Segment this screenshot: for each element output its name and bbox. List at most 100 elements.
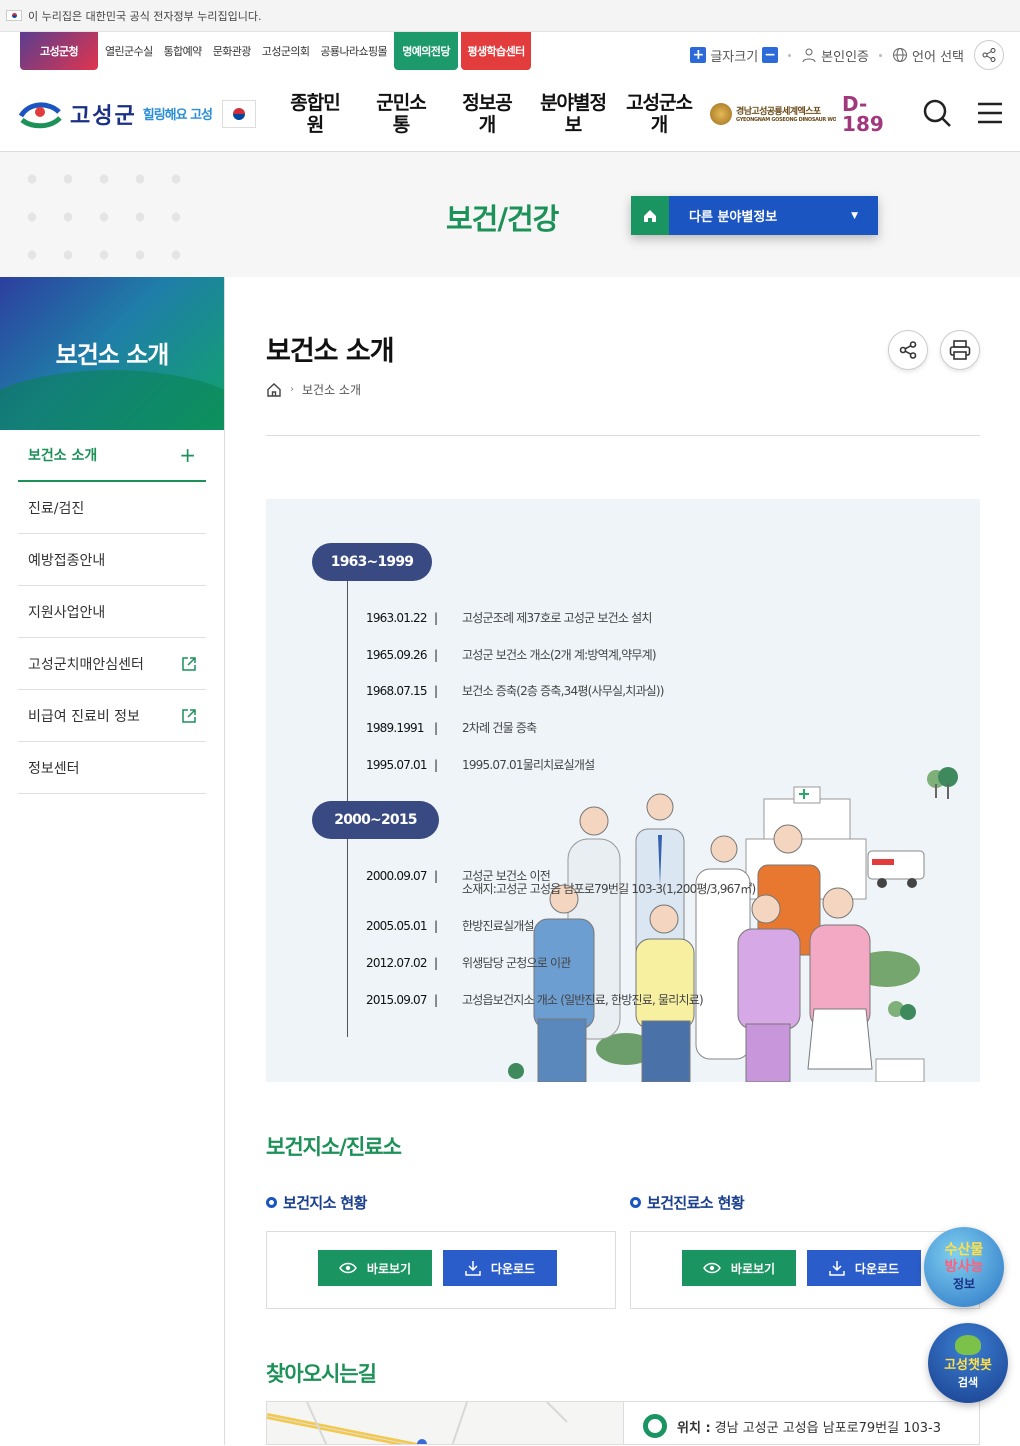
menu-communication[interactable]: 군민소 통 xyxy=(358,92,444,136)
event-date: 1995.07.01 xyxy=(366,758,428,772)
side-menu: 보건소 소개 보건소 소개 + 진료/검진 예방접종안내 지원사업안내 고성군치매… xyxy=(0,277,225,1445)
clinic-download-button[interactable]: 다운로드 xyxy=(807,1250,921,1286)
event-text-line2: 소재지:고성군 고성읍 남포로79번길 103-3(1,200평/3,967㎡) xyxy=(462,882,756,896)
gov-notice-bar: 이 누리집은 대한민국 공식 전자정부 누리집입니다. xyxy=(0,0,1020,32)
event-separator: | xyxy=(434,611,438,625)
event-date: 1989.1991 xyxy=(366,721,425,735)
menu-label: 통 xyxy=(392,113,411,136)
menu-info-disclosure[interactable]: 정보공 개 xyxy=(444,92,530,136)
other-field-info-dropdown[interactable]: 다른 분야별정보 ▼ xyxy=(631,196,878,235)
menu-about-goseong[interactable]: 고성군소 개 xyxy=(616,92,702,136)
language-select[interactable]: 언어 선택 xyxy=(892,46,964,65)
menu-label: 군민소 xyxy=(376,91,426,114)
bullet-ring-icon xyxy=(266,1197,277,1208)
side-item-treatment[interactable]: 진료/검진 xyxy=(18,482,206,534)
side-item-label: 예방접종안내 xyxy=(28,552,106,569)
map-roads xyxy=(267,1402,568,1444)
print-button[interactable] xyxy=(940,330,980,370)
address-label: 위치 : xyxy=(677,1420,711,1436)
side-menu-title: 보건소 소개 xyxy=(55,341,170,369)
history-timeline: 1963~1999 2000~2015 1963.01.22 | 고성군조례 제37… xyxy=(266,499,980,1082)
quick-link-hall-of-fame[interactable]: 명예의전당 xyxy=(394,32,459,70)
quick-links: 고성군청 열린군수실 통합예약 문화관광 고성군의회 공룡나라쇼핑몰 명예의전당… xyxy=(20,32,532,72)
home-icon[interactable] xyxy=(266,382,282,398)
quick-link-open-office[interactable]: 열린군수실 xyxy=(101,32,157,70)
share-button[interactable] xyxy=(888,330,928,370)
quick-link-council[interactable]: 고성군의회 xyxy=(258,32,314,70)
download-label: 다운로드 xyxy=(854,1261,900,1276)
address-text: 경남 고성군 고성읍 남포로79번길 103-3 xyxy=(714,1420,941,1436)
expo-dday: D- 189 xyxy=(842,94,884,134)
history-event: 1989.1991 | 2차례 건물 증축 xyxy=(366,722,762,735)
history-event: 2000.09.07 | 고성군 보건소 이전 소재지:고성군 고성읍 남포로79번길… xyxy=(366,870,762,896)
branch-view-button[interactable]: 바로보기 xyxy=(318,1250,432,1286)
event-separator: | xyxy=(434,721,438,735)
event-text-line1: 고성군 보건소 이전 xyxy=(462,869,551,883)
event-text: 고성읍보건지소 개소 (일반진료, 한방진료, 물리치료) xyxy=(462,993,704,1007)
section-title: 보건/건강 xyxy=(446,202,559,236)
menu-civil-service[interactable]: 종합민 원 xyxy=(272,92,358,136)
download-label: 다운로드 xyxy=(490,1261,536,1276)
clinic-view-button[interactable]: 바로보기 xyxy=(682,1250,796,1286)
quick-link-learning[interactable]: 평생학습센터 xyxy=(461,32,532,70)
menu-field-info[interactable]: 분야별정 보 xyxy=(530,92,616,136)
expo-emblem-icon xyxy=(710,102,733,125)
history-event: 2015.09.07 | 고성읍보건지소 개소 (일반진료, 한방진료, 물리치료) xyxy=(366,994,762,1007)
event-separator: | xyxy=(434,869,438,883)
page-body: 보건소 소개 보건소 소개 + 진료/검진 예방접종안내 지원사업안내 고성군치매… xyxy=(0,277,1020,1445)
side-item-health-center-intro[interactable]: 보건소 소개 + xyxy=(18,430,206,482)
expo-banner[interactable]: 경남고성공룡세계엑스포 GYEONGNAM GOSEONG DINOSAUR W… xyxy=(710,94,884,134)
side-item-support[interactable]: 지원사업안내 xyxy=(18,586,206,638)
dinosaur-mascot-icon xyxy=(955,1335,981,1355)
quick-link-reservation[interactable]: 통합예약 xyxy=(160,32,206,70)
event-separator: | xyxy=(434,993,438,1007)
section-banner: 보건/건강 다른 분야별정보 ▼ xyxy=(0,152,1020,277)
event-text: 한방진료실개설 xyxy=(462,919,534,933)
side-item-info-center[interactable]: 정보센터 xyxy=(18,742,206,794)
menu-label: 종합민 xyxy=(290,91,340,114)
breadcrumb-current[interactable]: 보건소 소개 xyxy=(302,381,361,398)
seafood-radiation-info-button[interactable]: 수산물 방사능 정보 xyxy=(924,1227,1004,1307)
eye-icon xyxy=(703,1262,721,1274)
font-minus-button[interactable]: − xyxy=(762,47,779,63)
history-event: 1968.07.15 | 보건소 증축(2층 증축,34평(사무실,치과실)) xyxy=(366,685,762,698)
location-map[interactable]: 위치 : 경남 고성군 고성읍 남포로79번길 103-3 xyxy=(266,1401,980,1445)
side-item-vaccination[interactable]: 예방접종안내 xyxy=(18,534,206,586)
event-text: 위생담당 군청으로 이관 xyxy=(462,956,571,970)
font-size-label: 글자크기 xyxy=(710,49,759,65)
top-navigation: 고성군청 열린군수실 통합예약 문화관광 고성군의회 공룡나라쇼핑몰 명예의전당… xyxy=(0,32,1020,76)
hamburger-menu-icon[interactable] xyxy=(976,101,1004,125)
goseong-logo-icon xyxy=(18,102,62,128)
font-size-control: + 글자크기 − xyxy=(690,46,779,65)
event-date: 1968.07.15 xyxy=(366,684,428,698)
external-link-icon xyxy=(182,656,196,671)
menu-label: 고성군소 xyxy=(626,91,693,114)
bullet-ring-icon xyxy=(630,1197,641,1208)
language-label: 언어 선택 xyxy=(912,49,964,65)
clinic-status-label: 보건진료소 현황 xyxy=(647,1194,745,1212)
side-menu-header: 보건소 소개 xyxy=(0,277,224,430)
gov-notice-text: 이 누리집은 대한민국 공식 전자정부 누리집입니다. xyxy=(28,9,262,23)
sns-share-button[interactable] xyxy=(974,40,1004,70)
site-logo[interactable]: 고성군 힐링해요 고성 xyxy=(18,98,257,130)
auth-link[interactable]: 본인인증 xyxy=(801,46,869,65)
font-plus-button[interactable]: + xyxy=(690,47,707,63)
event-date: 2005.05.01 xyxy=(366,919,428,933)
auth-label: 본인인증 xyxy=(821,49,870,65)
side-item-label: 진료/검진 xyxy=(28,500,85,517)
branch-status-label: 보건지소 현황 xyxy=(283,1194,367,1212)
side-item-dementia-center[interactable]: 고성군치매안심센터 xyxy=(18,638,206,690)
quick-link-tourism[interactable]: 문화관광 xyxy=(209,32,255,70)
branch-download-button[interactable]: 다운로드 xyxy=(443,1250,557,1286)
menu-label: 개 xyxy=(478,113,497,136)
search-icon[interactable] xyxy=(922,98,952,128)
side-item-label: 지원사업안내 xyxy=(28,604,106,621)
quick-link-goseong[interactable]: 고성군청 xyxy=(20,32,98,70)
event-date: 2012.07.02 xyxy=(366,956,428,970)
side-item-nonpay-info[interactable]: 비급여 진료비 정보 xyxy=(18,690,206,742)
external-link-icon xyxy=(182,708,196,723)
share-icon xyxy=(982,48,996,62)
chatbot-search-button[interactable]: 고성챗봇 검색 xyxy=(928,1323,1008,1403)
quick-link-shopping[interactable]: 공룡나라쇼핑몰 xyxy=(316,32,391,70)
history-event: 1963.01.22 | 고성군조례 제37호로 고성군 보건소 설치 xyxy=(366,612,762,625)
